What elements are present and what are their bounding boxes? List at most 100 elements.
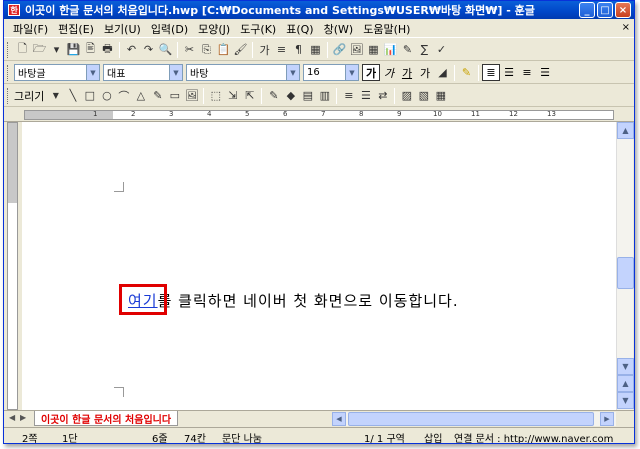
minimize-button[interactable]: _ <box>579 2 595 18</box>
align-justify-icon[interactable]: ≣ <box>482 64 500 81</box>
chevron-down-icon[interactable]: ▼ <box>86 65 99 80</box>
draw-menu-label[interactable]: 그리기 <box>14 88 44 104</box>
maximize-button[interactable]: □ <box>597 2 613 18</box>
chevron-down-icon[interactable]: ▼ <box>286 65 299 80</box>
close-button[interactable]: × <box>615 2 631 18</box>
horizontal-scrollbar[interactable]: ◀ ▶ <box>332 412 616 426</box>
scroll-right-icon[interactable]: ▶ <box>600 412 614 426</box>
menu-tools[interactable]: 도구(K) <box>235 21 281 37</box>
line-tool-icon[interactable]: ╲ <box>64 87 81 104</box>
hscroll-thumb[interactable] <box>348 412 594 426</box>
document-editor[interactable]: 여기를 클릭하면 네이버 첫 화면으로 이동합니다. <box>22 122 616 410</box>
line-color-icon[interactable]: ✎ <box>265 87 282 104</box>
title-bar[interactable]: 한 이곳이 한글 문서의 처음입니다.hwp [C:₩Documents and… <box>4 1 634 19</box>
align-left-icon[interactable]: ☰ <box>500 64 518 81</box>
vertical-ruler[interactable] <box>4 122 22 410</box>
select-tool-icon[interactable]: ⬚ <box>207 87 224 104</box>
format-painter-icon[interactable]: 🖌 <box>232 41 249 58</box>
find-icon[interactable]: 🔍 <box>157 41 174 58</box>
chevron-down-icon[interactable]: ▼ <box>169 65 182 80</box>
doc-close-icon[interactable]: × <box>622 22 630 33</box>
image-tool-icon[interactable]: 🖼 <box>183 87 200 104</box>
fill-color-icon[interactable]: ◆ <box>282 87 299 104</box>
scroll-thumb[interactable] <box>617 257 634 289</box>
rectangle-tool-icon[interactable]: □ <box>81 87 98 104</box>
tab-document[interactable]: 이곳이 한글 문서의 처음입니다 <box>34 411 179 426</box>
scroll-left-icon[interactable]: ◀ <box>332 412 346 426</box>
tab-next-icon[interactable]: ▶ <box>20 413 26 422</box>
link-icon[interactable]: 🔗 <box>331 41 348 58</box>
redo-icon[interactable]: ↷ <box>140 41 157 58</box>
toolbar-grip[interactable] <box>7 41 10 58</box>
toolbar-grip[interactable] <box>7 64 10 81</box>
line-type-icon[interactable]: ☰ <box>357 87 374 104</box>
arrow-style-icon[interactable]: ⇄ <box>374 87 391 104</box>
textbox-tool-icon[interactable]: ▭ <box>166 87 183 104</box>
toolbar-grip[interactable] <box>7 87 10 104</box>
chevron-down-icon[interactable]: ▼ <box>345 65 358 80</box>
new-doc-icon[interactable]: 🗋 <box>14 41 31 58</box>
bring-front-icon[interactable]: ▤ <box>299 87 316 104</box>
scroll-down-icon[interactable]: ▼ <box>617 358 634 375</box>
send-back-icon[interactable]: ▥ <box>316 87 333 104</box>
line-style-icon[interactable]: ≡ <box>340 87 357 104</box>
menu-window[interactable]: 창(W) <box>319 21 359 37</box>
polygon-tool-icon[interactable]: △ <box>132 87 149 104</box>
font-size-combo[interactable]: 16 ▼ <box>303 64 359 81</box>
3d-style-icon[interactable]: ▦ <box>432 87 449 104</box>
curve-tool-icon[interactable]: ✎ <box>149 87 166 104</box>
menu-file[interactable]: 파일(F) <box>8 21 53 37</box>
status-mode[interactable]: 삽입 <box>424 430 442 443</box>
horizontal-ruler[interactable]: 1 2 3 4 5 6 7 8 9 10 11 12 13 <box>4 108 634 122</box>
spell-icon[interactable]: ✓ <box>433 41 450 58</box>
underline-button[interactable]: 가 <box>398 64 416 81</box>
save-icon[interactable]: 💾 <box>65 41 82 58</box>
ungroup-icon[interactable]: ⇱ <box>241 87 258 104</box>
tab-prev-icon[interactable]: ◀ <box>9 413 15 422</box>
table-icon[interactable]: ▦ <box>307 41 324 58</box>
prev-page-icon[interactable]: ▲ <box>617 375 634 392</box>
picture-icon[interactable]: 🖼 <box>348 41 365 58</box>
bold-button[interactable]: 가 <box>362 64 380 81</box>
arc-tool-icon[interactable]: ⌒ <box>115 87 132 104</box>
highlight-color-icon[interactable]: ✎ <box>458 64 475 81</box>
menu-edit[interactable]: 편집(E) <box>53 21 99 37</box>
para-shape-icon[interactable]: ≡ <box>273 41 290 58</box>
style-icon[interactable]: ¶ <box>290 41 307 58</box>
menu-insert[interactable]: 입력(D) <box>146 21 193 37</box>
formula-icon[interactable]: ∑ <box>416 41 433 58</box>
group-icon[interactable]: ⇲ <box>224 87 241 104</box>
scroll-up-icon[interactable]: ▲ <box>617 122 634 139</box>
text-color-icon[interactable]: ◢ <box>434 64 451 81</box>
print-icon[interactable]: 🖶 <box>99 41 116 58</box>
draw-menu-dropdown-icon[interactable]: ▼ <box>47 87 64 104</box>
open-icon[interactable]: 🗁 <box>31 41 48 58</box>
undo-icon[interactable]: ↶ <box>123 41 140 58</box>
shadow-style-icon[interactable]: ▧ <box>415 87 432 104</box>
vertical-scrollbar[interactable]: ▲ ▼ ▲ ▼ <box>616 122 634 410</box>
paste-icon[interactable]: 📋 <box>215 41 232 58</box>
align-right-icon[interactable]: ☰ <box>536 64 554 81</box>
drawing-icon[interactable]: ✎ <box>399 41 416 58</box>
menu-view[interactable]: 보기(U) <box>99 21 146 37</box>
char-shape-icon[interactable]: 가 <box>256 41 273 58</box>
open-dropdown-icon[interactable]: ▾ <box>48 41 65 58</box>
italic-button[interactable]: 가 <box>380 64 398 81</box>
language-combo[interactable]: 대표 ▼ <box>103 64 183 81</box>
copy-icon[interactable]: ⎘ <box>198 41 215 58</box>
menu-table[interactable]: 표(Q) <box>281 21 318 37</box>
hwp-app-icon[interactable]: 한 <box>8 4 20 16</box>
print-preview-icon[interactable]: 🖹 <box>82 41 99 58</box>
font-combo[interactable]: 바탕 ▼ <box>186 64 300 81</box>
style-combo[interactable]: 바탕글 ▼ <box>14 64 100 81</box>
chart-icon[interactable]: 📊 <box>382 41 399 58</box>
outline-button[interactable]: 가 <box>416 64 434 81</box>
align-center-icon[interactable]: ≡ <box>518 64 536 81</box>
table-grid-icon[interactable]: ▦ <box>365 41 382 58</box>
shadow-icon[interactable]: ▨ <box>398 87 415 104</box>
cut-icon[interactable]: ✂ <box>181 41 198 58</box>
menu-format[interactable]: 모양(J) <box>193 21 235 37</box>
next-page-icon[interactable]: ▼ <box>617 392 634 409</box>
ellipse-tool-icon[interactable]: ○ <box>98 87 115 104</box>
menu-help[interactable]: 도움말(H) <box>358 21 415 37</box>
